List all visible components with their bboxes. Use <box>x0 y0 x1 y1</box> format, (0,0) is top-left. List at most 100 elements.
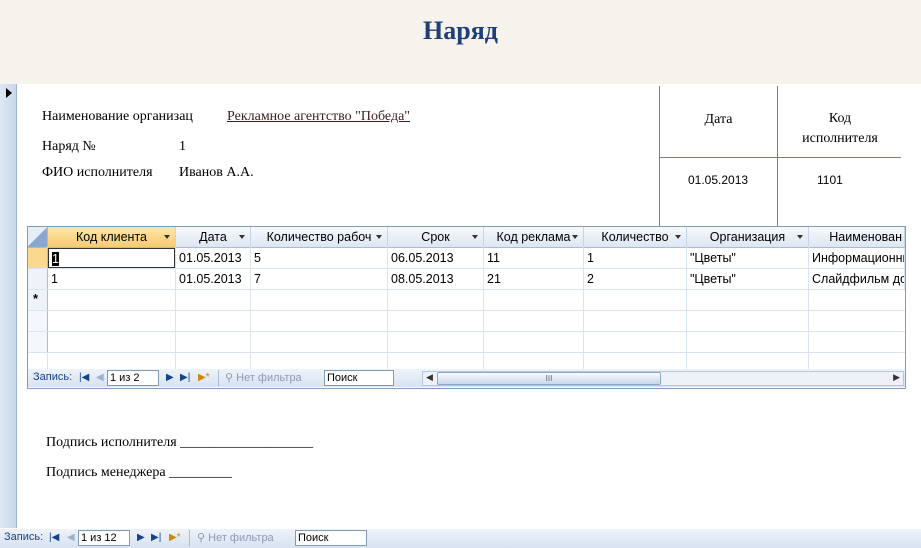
record-label: Запись: <box>33 371 73 383</box>
code-value[interactable]: 1101 <box>817 173 843 187</box>
row-selector <box>28 311 48 331</box>
column-label: Дата <box>199 230 227 244</box>
chevron-down-icon[interactable] <box>164 235 170 239</box>
current-record-arrow-icon <box>6 88 12 98</box>
no-filter-button[interactable]: ⚲ Нет фильтра <box>197 531 274 544</box>
no-filter-label: Нет фильтра <box>208 532 274 544</box>
record-label: Запись: <box>4 531 44 543</box>
order-value[interactable]: 1 <box>179 139 186 155</box>
fio-label: ФИО исполнителя <box>42 165 153 180</box>
last-record-icon[interactable]: ▶| <box>180 372 190 383</box>
cell-workers[interactable]: 7 <box>251 269 388 289</box>
nav-separator <box>218 370 219 386</box>
search-input[interactable]: Поиск <box>324 370 394 386</box>
last-record-icon[interactable]: ▶| <box>151 532 161 543</box>
scroll-right-icon[interactable]: ▶ <box>893 372 900 383</box>
row-selector[interactable] <box>28 269 48 289</box>
chevron-down-icon[interactable] <box>675 235 681 239</box>
nav-separator <box>189 530 190 546</box>
column-label: Код клиента <box>75 230 147 244</box>
cell-client-code[interactable]: 1 <box>48 269 176 289</box>
column-header-date[interactable]: Дата <box>176 227 251 247</box>
form-title: Наряд <box>423 16 498 45</box>
cell-text: 1 <box>52 252 59 266</box>
org-label: Наименование организац <box>42 109 193 124</box>
code-label-line1: Код <box>828 111 852 126</box>
column-header-deadline[interactable]: Срок <box>388 227 484 247</box>
horizontal-scrollbar[interactable]: ◀ III ▶ <box>422 371 904 386</box>
chevron-down-icon[interactable] <box>472 235 478 239</box>
column-header-workers[interactable]: Количество рабоч <box>251 227 388 247</box>
cell-organization[interactable]: "Цветы" <box>687 269 809 289</box>
search-input[interactable]: Поиск <box>295 530 367 546</box>
scrollbar-thumb[interactable]: III <box>437 372 661 385</box>
manager-signature: Подпись менеджера _________ <box>46 465 233 480</box>
new-record-nav-icon[interactable]: ▶* <box>169 532 181 543</box>
chevron-down-icon[interactable] <box>797 235 803 239</box>
record-selector-bar <box>0 84 16 528</box>
cell-date[interactable]: 01.05.2013 <box>176 248 251 268</box>
date-value[interactable]: 01.05.2013 <box>688 173 748 187</box>
record-position-input[interactable]: 1 из 12 <box>78 530 130 546</box>
table-row[interactable]: 1 01.05.2013 7 08.05.2013 21 2 "Цветы" С… <box>28 269 905 290</box>
cell-client-code[interactable]: 1 <box>48 248 175 268</box>
org-value[interactable]: Рекламное агентство "Победа" <box>227 109 410 125</box>
next-record-icon[interactable]: ▶ <box>166 372 174 383</box>
column-header-client-code[interactable]: Код клиента <box>48 227 176 247</box>
column-header-name[interactable]: Наименован <box>809 227 905 247</box>
datasheet-header: Код клиента Дата Количество рабоч Срок К… <box>28 227 905 248</box>
order-label: Наряд № <box>42 139 96 154</box>
column-label: Организация <box>709 230 786 244</box>
cell-date[interactable]: 01.05.2013 <box>176 269 251 289</box>
no-filter-label: Нет фильтра <box>236 372 302 384</box>
column-label: Код реклама <box>496 230 571 244</box>
column-header-organization[interactable]: Организация <box>687 227 809 247</box>
column-label: Наименован <box>829 230 902 244</box>
cell-quantity[interactable]: 2 <box>584 269 687 289</box>
cell-deadline[interactable]: 08.05.2013 <box>388 269 484 289</box>
scroll-left-icon[interactable]: ◀ <box>426 372 433 383</box>
info-box-divider <box>777 86 778 226</box>
cell-deadline[interactable]: 06.05.2013 <box>388 248 484 268</box>
cell-quantity[interactable]: 1 <box>584 248 687 268</box>
new-record-row[interactable]: * <box>28 290 905 311</box>
cell-name[interactable]: Информационный <box>809 248 905 268</box>
first-record-icon[interactable]: |◀ <box>79 372 89 383</box>
fio-value[interactable]: Иванов А.А. <box>179 165 254 181</box>
select-all-corner[interactable] <box>28 227 48 247</box>
record-selector[interactable] <box>0 84 17 528</box>
empty-row <box>28 311 905 332</box>
next-record-icon[interactable]: ▶ <box>137 532 145 543</box>
row-selector[interactable]: * <box>28 290 48 310</box>
info-box-row-divider <box>659 157 901 158</box>
subform-navigation-bar: Запись: |◀ ◀ 1 из 2 ▶ ▶| ▶* ⚲ Нет фильтр… <box>28 369 905 387</box>
new-record-icon: * <box>33 291 39 306</box>
work-items-subform[interactable]: Код клиента Дата Количество рабоч Срок К… <box>27 226 906 389</box>
cell-workers[interactable]: 5 <box>251 248 388 268</box>
chevron-down-icon[interactable] <box>376 235 382 239</box>
main-navigation-bar: Запись: |◀ ◀ 1 из 12 ▶ ▶| ▶* ⚲ Нет фильт… <box>0 529 921 548</box>
record-position-input[interactable]: 1 из 2 <box>107 370 159 386</box>
column-header-quantity[interactable]: Количество <box>584 227 687 247</box>
cell-ad-code[interactable]: 21 <box>484 269 584 289</box>
row-selector <box>28 332 48 352</box>
new-record-nav-icon[interactable]: ▶* <box>198 372 210 383</box>
empty-row <box>28 332 905 353</box>
cell-ad-code[interactable]: 11 <box>484 248 584 268</box>
previous-record-icon[interactable]: ◀ <box>96 372 104 383</box>
no-filter-button[interactable]: ⚲ Нет фильтра <box>225 371 302 384</box>
column-label: Количество рабоч <box>266 230 372 244</box>
cell-name[interactable]: Слайдфильм до 60 <box>809 269 905 289</box>
form-header: Наряд <box>0 0 921 84</box>
cell-organization[interactable]: "Цветы" <box>687 248 809 268</box>
column-label: Срок <box>421 230 450 244</box>
chevron-down-icon[interactable] <box>572 235 578 239</box>
chevron-down-icon[interactable] <box>239 235 245 239</box>
table-row[interactable]: 1 01.05.2013 5 06.05.2013 11 1 "Цветы" И… <box>28 248 905 269</box>
code-label-line2: исполнителя <box>802 131 878 146</box>
info-box-left-border <box>659 86 660 226</box>
first-record-icon[interactable]: |◀ <box>49 532 59 543</box>
column-header-ad-code[interactable]: Код реклама <box>484 227 584 247</box>
previous-record-icon[interactable]: ◀ <box>67 532 75 543</box>
row-selector[interactable] <box>28 248 48 268</box>
